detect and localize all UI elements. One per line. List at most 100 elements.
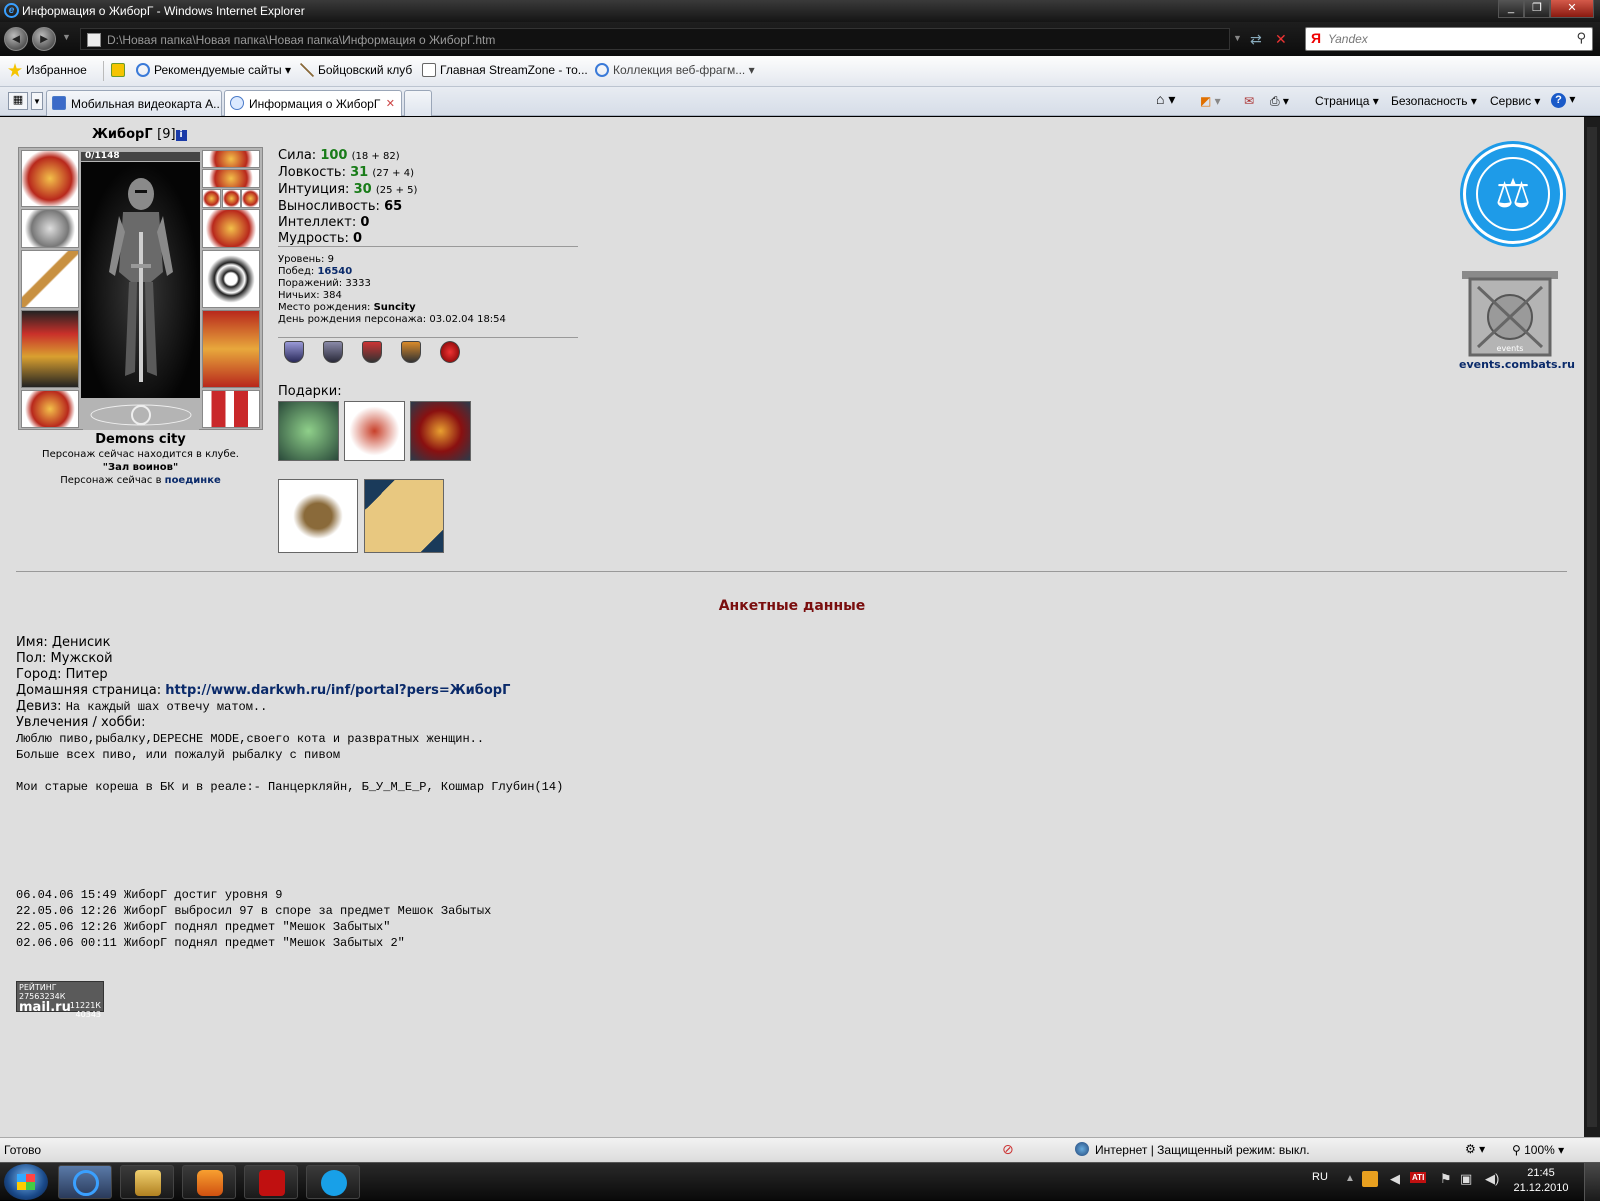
gift-item[interactable] [364,479,444,553]
events-shield-icon: events [1462,271,1558,357]
fav-streamzone[interactable]: Главная StreamZone - то... [422,63,588,77]
badge-icon[interactable] [284,341,304,363]
zoom-control[interactable]: ⚲ 100% ▾ [1512,1143,1564,1157]
homepage-link[interactable]: http://www.darkwh.ru/inf/portal?pers=Жиб… [165,683,510,698]
taskbar-skype[interactable] [306,1165,360,1199]
stop-icon[interactable]: ✕ [1275,31,1287,48]
belt-slot[interactable] [21,390,79,428]
hobby-label: Увлечения / хобби: [16,715,146,730]
page-menu[interactable]: Страница ▾ [1315,94,1379,108]
character-avatar [81,162,200,398]
favorites-button[interactable]: Избранное [8,63,87,77]
stat-row: Интуиция: 30 (25 + 5) [278,182,417,199]
events-logo[interactable]: events [1458,267,1568,372]
badge-icon[interactable] [362,341,382,363]
gloves-slot[interactable] [202,209,260,248]
ring-slot-2[interactable] [222,189,241,208]
forward-button[interactable]: ► [32,27,56,51]
start-button[interactable] [4,1164,48,1200]
events-link[interactable]: events.combats.ru [1459,358,1575,371]
badge-icon[interactable] [401,341,421,363]
tab-list-dropdown-icon[interactable]: ▼ [31,92,43,110]
home-icon[interactable]: ⌂ ▾ [1156,91,1175,108]
page-icon [422,63,436,77]
armor-slot[interactable] [21,310,79,388]
ring-slot-3[interactable] [241,189,260,208]
add-favorite-icon[interactable] [111,63,129,77]
taskbar-media-player[interactable] [182,1165,236,1199]
birthplace-value: Suncity [373,302,416,313]
close-tab-icon[interactable]: ✕ [386,97,395,110]
back-button[interactable]: ◄ [4,27,28,51]
show-hidden-icons[interactable]: ▲ [1345,1173,1355,1184]
scrollbar-thumb[interactable] [1587,127,1597,1127]
vertical-scrollbar[interactable] [1584,117,1600,1137]
earrings-slot[interactable] [202,150,260,168]
tab-mobile-videocard[interactable]: Мобильная видеокарта A... [46,90,222,116]
refresh-icon[interactable]: ⇄ [1250,31,1262,48]
ati-icon[interactable]: ATI [1410,1172,1427,1183]
arbiter-logo-icon[interactable]: ⚖ [1463,144,1563,244]
counter-hits: 11221К [69,1001,101,1010]
mail-icon[interactable]: ✉ [1244,94,1254,108]
battle-link[interactable]: поединке [165,475,221,486]
tools-menu[interactable]: Сервис ▾ [1490,94,1540,108]
taskbar-zynga[interactable] [244,1165,298,1199]
action-center-icon[interactable]: ⚑ [1440,1171,1452,1187]
search-input[interactable]: Я Yandex ⚲ [1305,27,1593,51]
address-dropdown-icon[interactable]: ▼ [1233,33,1242,43]
tab-character-info[interactable]: Информация о ЖиборГ ✕ [224,90,402,116]
fav-suggested-sites[interactable]: Рекомендуемые сайты ▾ [136,63,291,77]
volume-icon[interactable]: ◀) [1485,1171,1499,1187]
info-icon[interactable]: i [175,130,187,141]
help-icon[interactable]: ? ▾ [1551,92,1575,108]
taskbar-explorer[interactable] [120,1165,174,1199]
print-icon[interactable]: ⎙ ▾ [1270,94,1289,109]
media-player-icon [197,1170,223,1196]
fav-label: Бойцовский клуб [318,63,413,77]
close-window-button[interactable]: ✕ [1550,0,1594,18]
badge-icon[interactable] [323,341,343,363]
recent-pages-dropdown-icon[interactable]: ▼ [62,32,71,42]
clock[interactable]: 21:45 21.12.2010 [1505,1166,1577,1196]
shield-slot[interactable] [202,250,260,308]
badge-icon[interactable] [440,341,460,363]
fav-combats-club[interactable]: Бойцовский клуб [300,63,412,77]
new-tab-button[interactable] [404,90,432,116]
gift-item[interactable] [344,401,405,461]
speaker-muted-icon[interactable]: ◀ [1390,1171,1400,1187]
feeds-icon[interactable]: ◩ ▾ [1200,94,1221,108]
stat-value: 0 [360,215,370,230]
weapon-hammer-slot[interactable] [21,250,79,308]
taskbar-ie[interactable] [58,1165,112,1199]
protected-mode-icon[interactable]: ⚙ ▾ [1465,1142,1485,1156]
search-icon[interactable]: ⚲ [1576,30,1586,46]
minimize-button[interactable]: _ [1498,0,1524,18]
boots-slot[interactable] [202,390,260,428]
address-input[interactable]: D:\Новая папка\Новая папка\Новая папка\И… [80,28,1230,50]
stat-extra: (27 + 4) [372,168,414,179]
ring-slot-1[interactable] [202,189,221,208]
gift-item[interactable] [410,401,471,461]
zoom-level: 100% [1524,1143,1555,1157]
mailru-rating-counter[interactable]: РЕЙТИНГ 27563234К mail.ru 11221К 40343 [16,981,104,1019]
fav-web-slices[interactable]: Коллекция веб-фрагм... ▾ [595,63,755,77]
network-icon[interactable]: ▣ [1460,1171,1472,1187]
show-desktop-button[interactable] [1584,1163,1600,1201]
quick-tabs-icon[interactable]: ▦ [8,92,28,110]
helmet-slot[interactable] [21,150,79,207]
language-indicator[interactable]: RU [1312,1171,1328,1183]
safety-menu[interactable]: Безопасность ▾ [1391,94,1477,108]
privacy-icon[interactable]: ⊘ [1002,1141,1014,1158]
amulet-slot[interactable] [202,169,260,188]
security-zone[interactable]: Интернет | Защищенный режим: выкл. [1095,1143,1310,1157]
events-small-text: events [1497,344,1524,353]
gift-item[interactable] [278,401,339,461]
hobby-line: Мои старые кореша в БК и в реале:- Панце… [16,780,564,794]
gift-item[interactable] [278,479,358,553]
tray-app-icon[interactable] [1362,1171,1378,1187]
status-text: Готово [4,1143,42,1157]
leggings-slot[interactable] [202,310,260,388]
bracers-slot[interactable] [21,209,79,248]
maximize-button[interactable]: ❐ [1524,0,1550,18]
